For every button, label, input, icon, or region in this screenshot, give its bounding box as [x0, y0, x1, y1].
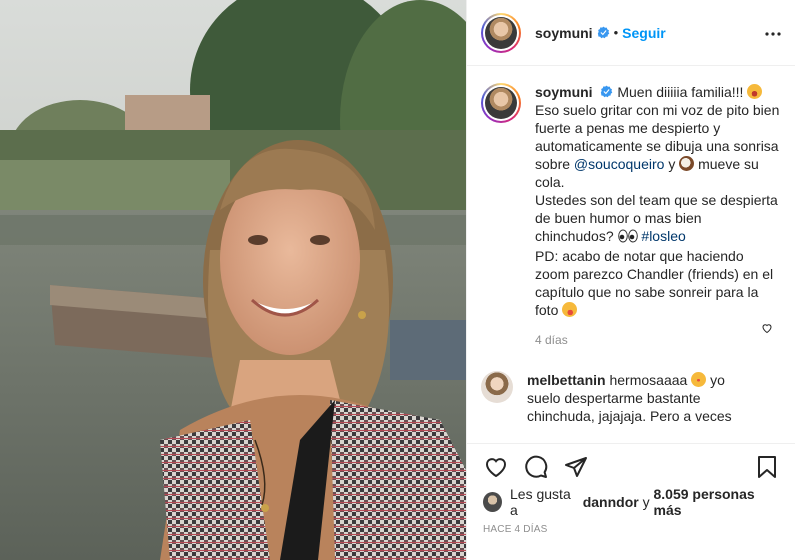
coconut-emoji-icon [679, 156, 695, 171]
likes-prefix: Les gusta a [510, 486, 571, 518]
caption-and: y [668, 156, 676, 172]
caption-avatar[interactable] [481, 83, 521, 123]
tongue-wink-emoji-icon [562, 302, 578, 317]
comments-area[interactable]: soymuni Muen diiiiia familia!!! Eso suel… [467, 67, 795, 443]
save-bookmark-icon[interactable] [754, 454, 780, 480]
comment-bubble-icon[interactable] [523, 454, 549, 480]
commenter-avatar[interactable] [481, 371, 513, 403]
post-modal: soymuni • Seguir soymuni Muen diiiiia fa… [0, 0, 795, 560]
like-heart-icon[interactable] [483, 454, 509, 480]
follow-button[interactable]: Seguir [622, 25, 666, 41]
caption-row: soymuni Muen diiiiia familia!!! Eso suel… [481, 83, 780, 349]
liker-username[interactable]: danndor [583, 494, 639, 510]
comment-text: melbettanin hermosaaaa yo suelo desperta… [527, 371, 747, 425]
author-avatar[interactable] [481, 12, 521, 53]
author-username[interactable]: soymuni [535, 25, 593, 41]
post-header: soymuni • Seguir [467, 0, 795, 66]
hashtag-link[interactable]: #losleo [641, 228, 685, 244]
post-photo[interactable] [0, 0, 466, 560]
post-side-panel: soymuni • Seguir soymuni Muen diiiiia fa… [466, 0, 795, 560]
liker-avatar[interactable] [483, 492, 503, 512]
likes-joiner: y [642, 494, 650, 510]
post-actions: Les gusta a danndor y 8.059 personas más… [467, 443, 795, 560]
verified-badge-icon [597, 26, 609, 39]
comment-like-icon[interactable] [761, 322, 773, 337]
comment-item: melbettanin hermosaaaa yo suelo desperta… [481, 371, 780, 425]
photo-illustration [0, 0, 466, 560]
comment-body-1: hermosaaaa [609, 372, 688, 388]
heart-eyes-emoji-icon [691, 372, 707, 387]
more-options-icon[interactable] [763, 24, 783, 44]
likes-summary: Les gusta a danndor y 8.059 personas más [483, 486, 780, 518]
action-bar [483, 444, 780, 490]
eyes-emoji-icon [617, 229, 638, 247]
caption-username[interactable]: soymuni [535, 84, 593, 100]
caption-text: soymuni Muen diiiiia familia!!! Eso suel… [535, 83, 780, 349]
caption-age[interactable]: 4 días [535, 331, 780, 349]
dot-separator: • [613, 25, 619, 40]
verified-badge-icon [601, 85, 613, 98]
laughing-emoji-icon [747, 84, 763, 99]
caption-line-1: Muen diiiiia familia!!! [617, 84, 744, 100]
commenter-username[interactable]: melbettanin [527, 372, 606, 388]
share-paper-plane-icon[interactable] [563, 454, 589, 480]
mention-link[interactable]: @soucoqueiro [574, 156, 665, 172]
post-date[interactable]: HACE 4 DÍAS [483, 524, 780, 535]
likes-count[interactable]: 8.059 personas más [654, 486, 781, 518]
